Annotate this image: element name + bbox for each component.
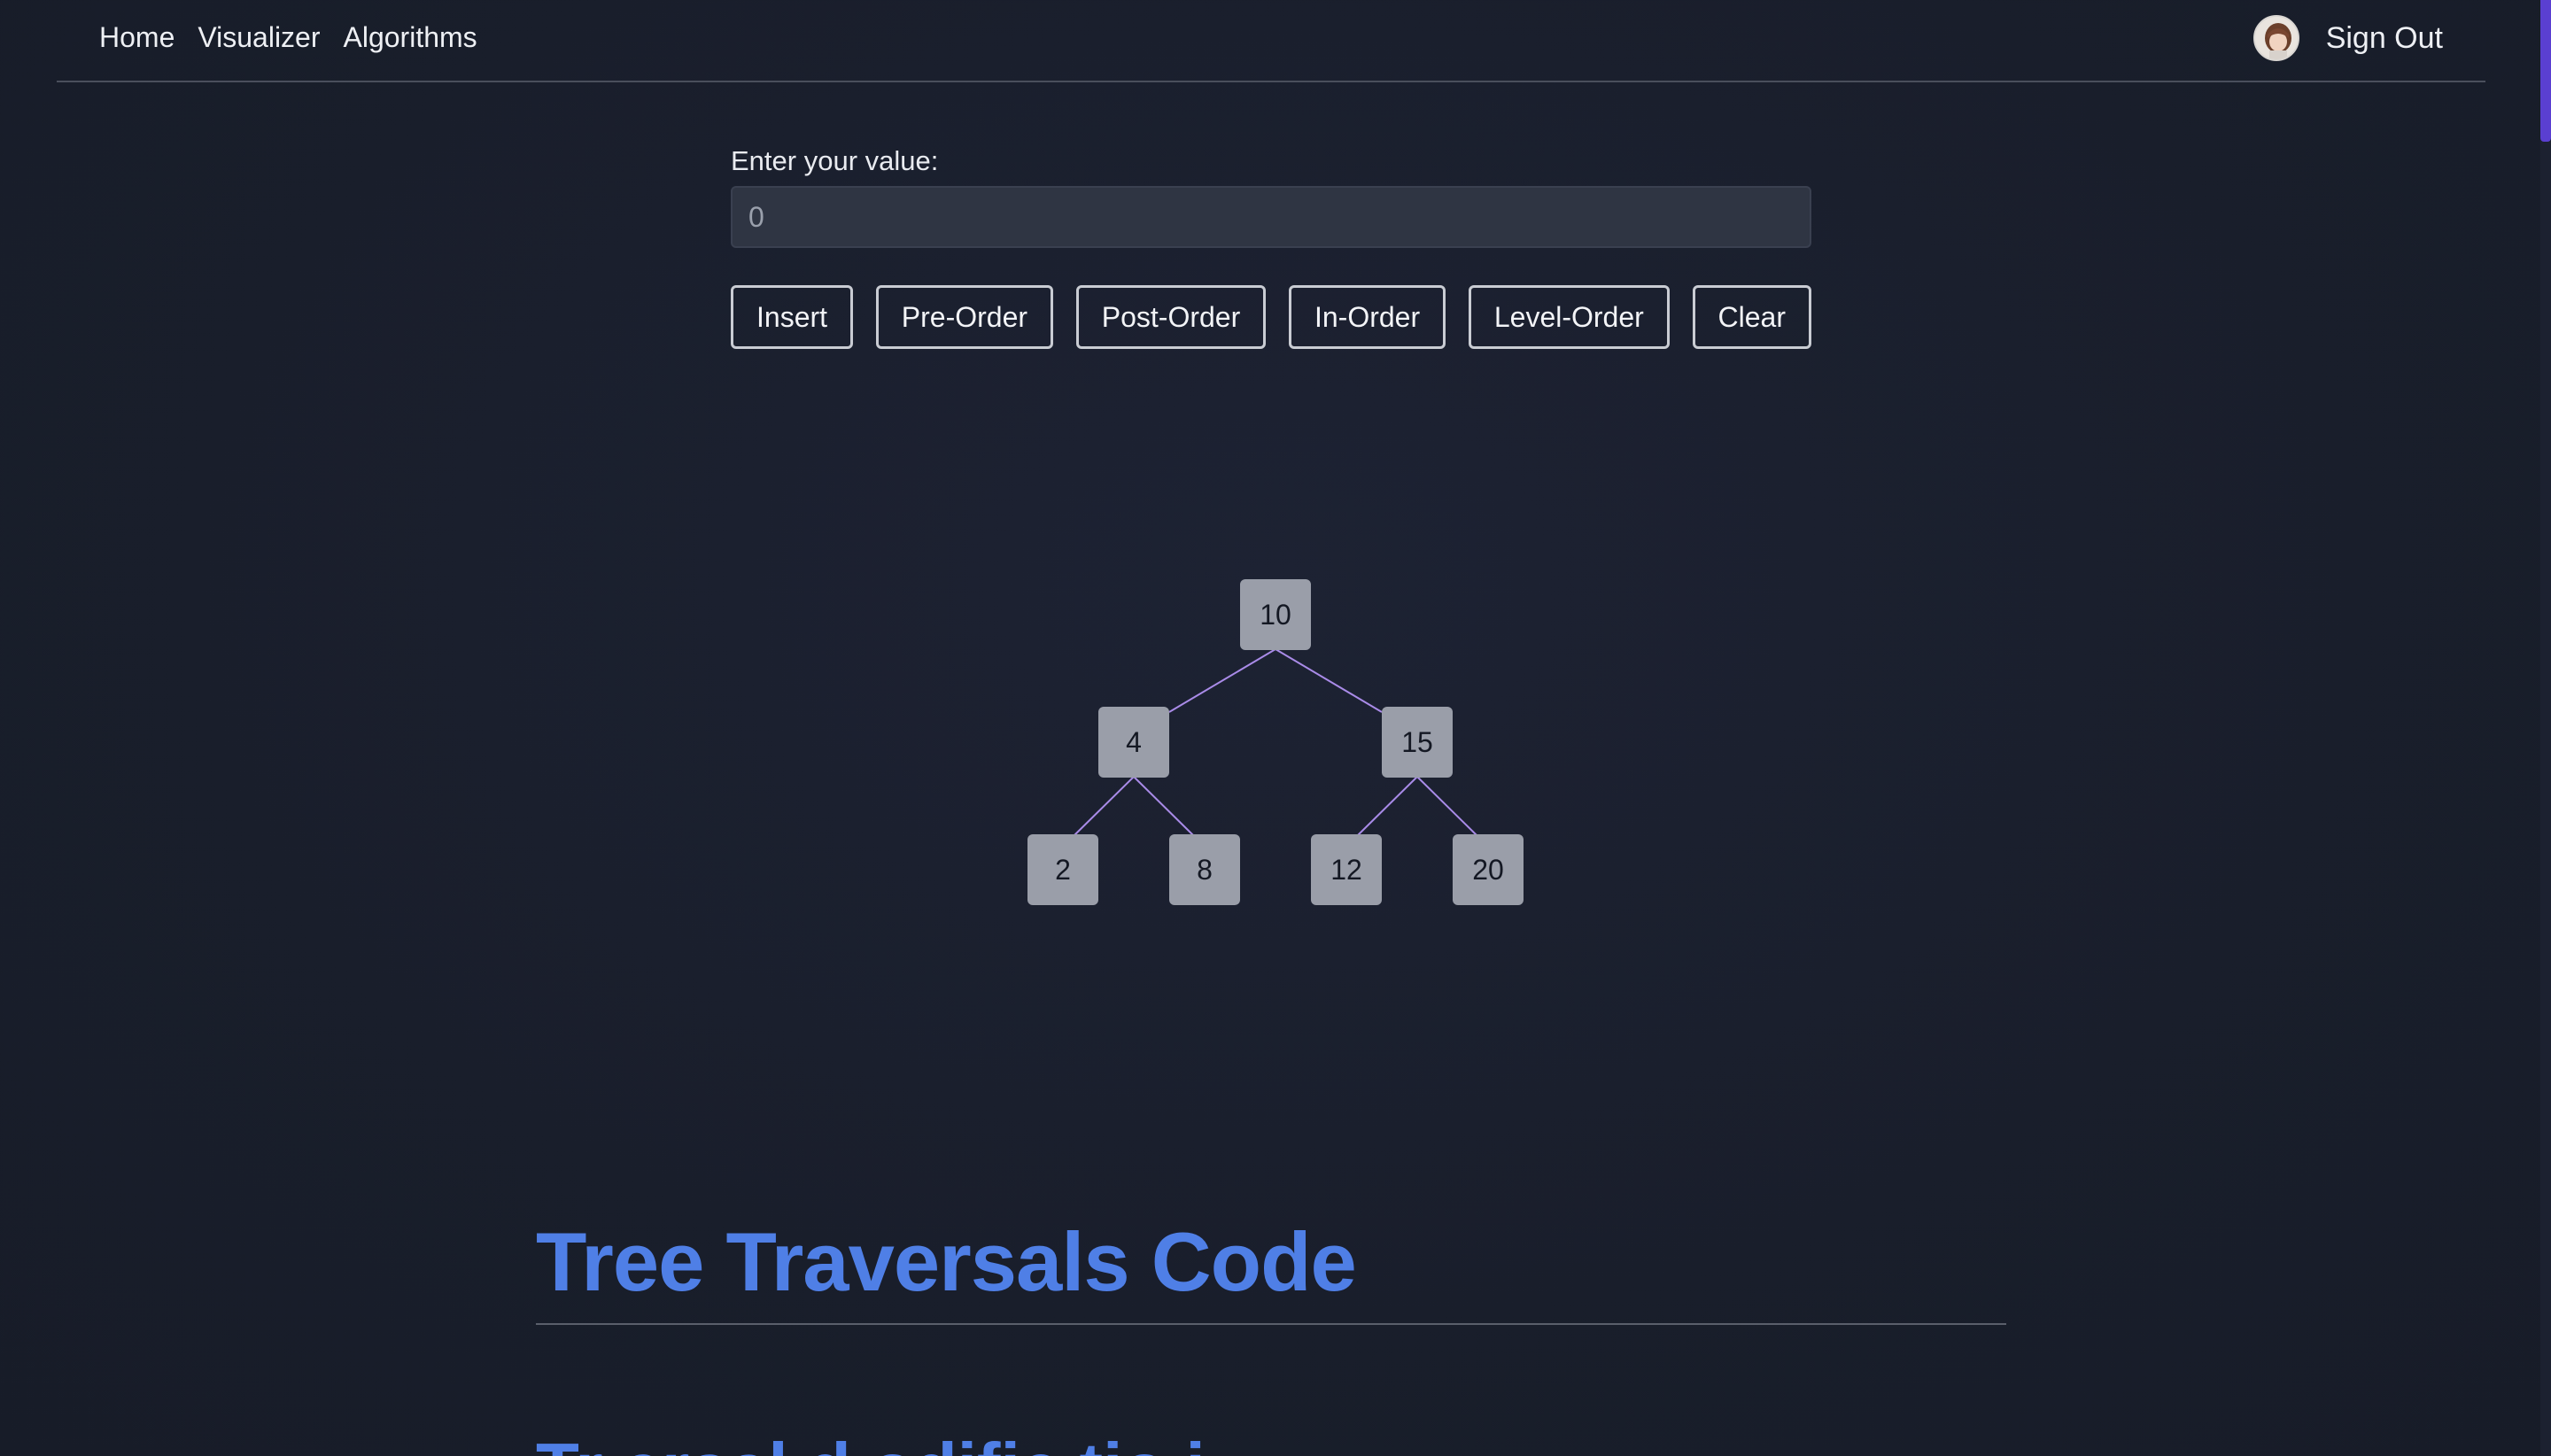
tree-node[interactable]: 4 — [1098, 707, 1169, 778]
tree-edge — [1357, 776, 1418, 836]
nav-link-algorithms[interactable]: Algorithms — [344, 18, 477, 57]
nav-link-home[interactable]: Home — [99, 18, 174, 57]
top-navbar: Home Visualizer Algorithms Sign Out — [57, 0, 2485, 82]
section-subtitle: Tr ersal d odific tio i — [536, 1426, 1206, 1456]
tree-edge — [1074, 776, 1135, 836]
sign-out-link[interactable]: Sign Out — [2326, 16, 2443, 60]
scrollbar-thumb[interactable] — [2540, 0, 2551, 142]
user-avatar-icon[interactable] — [2252, 15, 2299, 61]
tree-node[interactable]: 12 — [1311, 834, 1382, 905]
clear-button[interactable]: Clear — [1692, 285, 1811, 349]
tree-node[interactable]: 8 — [1169, 834, 1240, 905]
tree-edge — [1133, 776, 1194, 836]
nav-user-area: Sign Out — [2252, 15, 2443, 61]
nav-links: Home Visualizer Algorithms — [99, 18, 477, 57]
pre-order-button[interactable]: Pre-Order — [875, 285, 1054, 349]
tree-controls: Enter your value: Insert Pre-Order Post-… — [731, 142, 1811, 349]
section-title: Tree Traversals Code — [536, 1215, 1357, 1308]
in-order-button[interactable]: In-Order — [1288, 285, 1446, 349]
page-scrollbar[interactable] — [2540, 0, 2551, 1456]
value-input[interactable] — [731, 186, 1811, 248]
insert-button[interactable]: Insert — [731, 285, 854, 349]
avatar-portrait-icon — [2254, 17, 2298, 59]
tree-edge — [1275, 648, 1383, 713]
tree-node[interactable]: 20 — [1453, 834, 1524, 905]
action-buttons: Insert Pre-Order Post-Order In-Order Lev… — [731, 285, 1811, 349]
tree-node-root[interactable]: 10 — [1240, 579, 1311, 650]
tree-node[interactable]: 15 — [1382, 707, 1453, 778]
tree-edge — [1168, 648, 1276, 713]
section-divider — [536, 1323, 2006, 1325]
nav-link-visualizer[interactable]: Visualizer — [198, 18, 320, 57]
post-order-button[interactable]: Post-Order — [1075, 285, 1267, 349]
tree-edge — [1416, 776, 1477, 836]
value-input-label: Enter your value: — [731, 145, 939, 176]
level-order-button[interactable]: Level-Order — [1468, 285, 1670, 349]
tree-node[interactable]: 2 — [1027, 834, 1098, 905]
